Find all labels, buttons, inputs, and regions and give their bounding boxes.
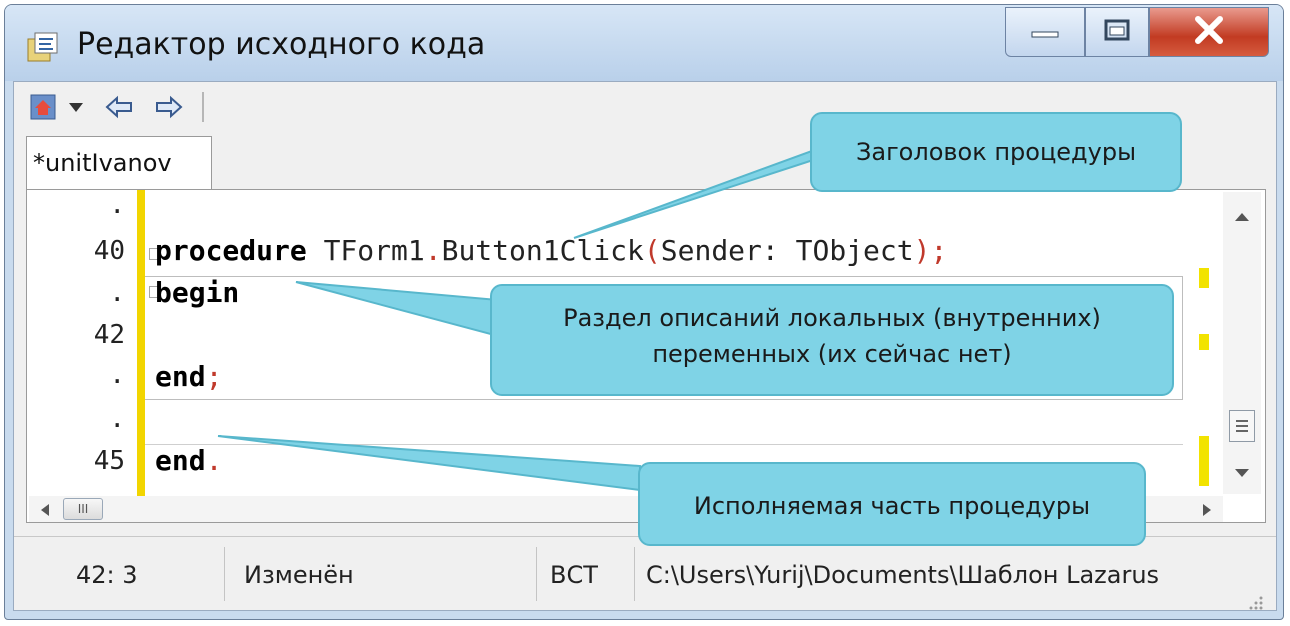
callout-locals-line1: Раздел описаний локальных (внутренних) — [563, 304, 1101, 332]
callout-locals-line2: переменных (их сейчас нет) — [652, 340, 1012, 368]
callout-body-text: Исполняемая часть процедуры — [693, 492, 1091, 520]
callout-header-text: Заголовок процедуры — [855, 138, 1137, 166]
callout-local-variables: Раздел описаний локальных (внутренних) п… — [490, 284, 1174, 396]
callout-procedure-header: Заголовок процедуры — [810, 112, 1182, 192]
callout-executable-part: Исполняемая часть процедуры — [638, 462, 1146, 546]
